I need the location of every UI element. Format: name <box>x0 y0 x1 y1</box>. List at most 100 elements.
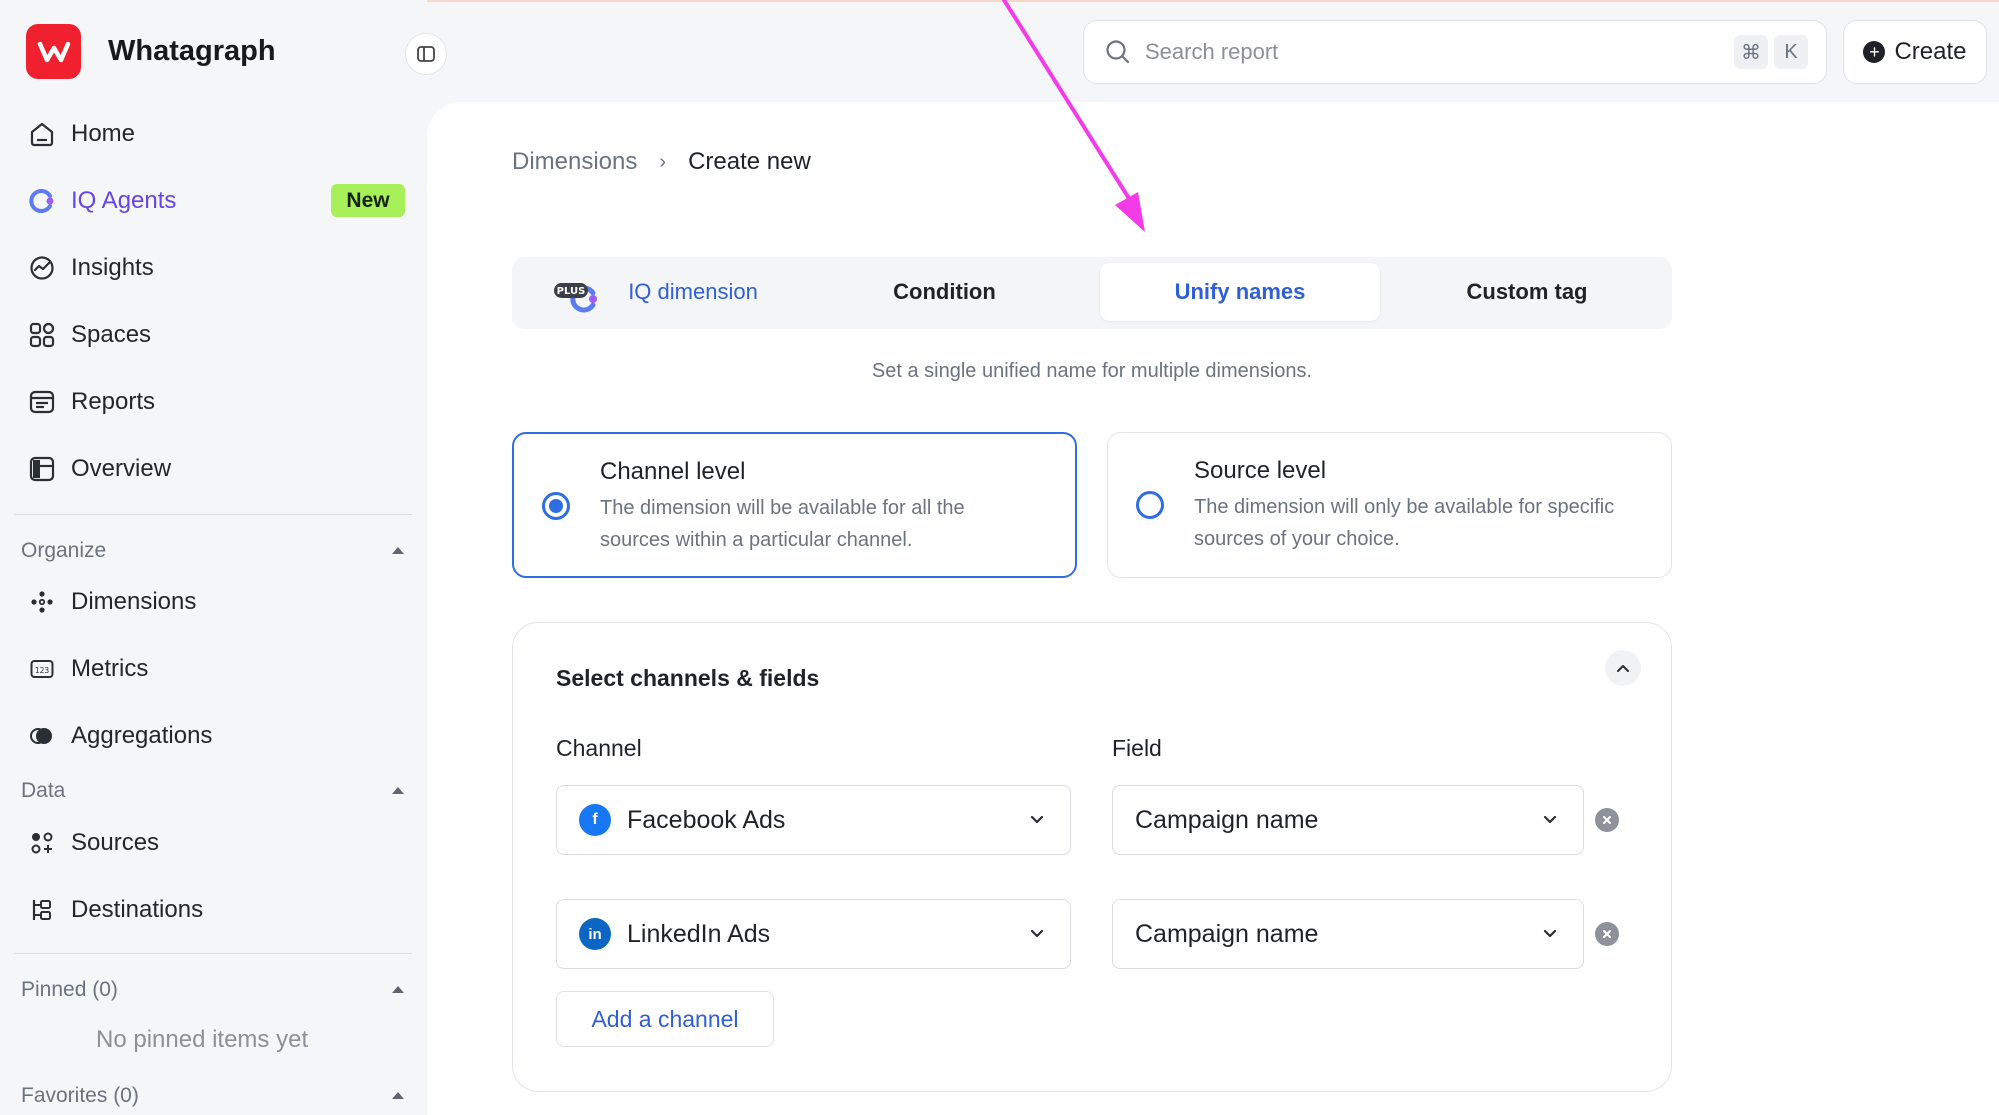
sidebar-item-spaces[interactable]: Spaces <box>28 315 151 355</box>
sidebar-item-label: Home <box>71 120 136 147</box>
search-placeholder: Search report <box>1145 39 1279 64</box>
tab-unify-names[interactable]: Unify names <box>1100 263 1380 321</box>
sidebar-item-home[interactable]: Home <box>28 114 135 154</box>
chevron-down-icon <box>1030 815 1044 824</box>
search-input[interactable]: Search report ⌘ K <box>1083 20 1827 84</box>
iq-agents-icon <box>28 187 56 215</box>
facebook-icon: f <box>579 804 611 836</box>
plus-icon: + <box>1863 41 1886 63</box>
channel-value: Facebook Ads <box>627 805 786 834</box>
breadcrumb-dimensions-link[interactable]: Dimensions <box>512 148 637 176</box>
brand[interactable]: Whatagraph <box>26 24 276 79</box>
pinned-collapse-icon[interactable] <box>392 986 404 993</box>
sidebar-item-label: Sources <box>71 829 160 856</box>
brand-name: Whatagraph <box>108 35 276 67</box>
level-title: Channel level <box>600 458 746 485</box>
reports-icon <box>28 388 56 416</box>
channel-select[interactable]: f Facebook Ads <box>556 785 1071 855</box>
tab-label: Custom tag <box>1466 279 1588 304</box>
channel-column-label: Channel <box>556 735 642 761</box>
breadcrumb: Dimensions › Create new <box>512 148 811 176</box>
chevron-down-icon <box>1543 929 1557 938</box>
field-select[interactable]: Campaign name <box>1112 899 1584 969</box>
favorites-collapse-icon[interactable] <box>392 1092 404 1099</box>
radio-unselected[interactable] <box>1136 491 1164 519</box>
tab-label: IQ dimension <box>628 279 758 304</box>
sidebar-item-overview[interactable]: Overview <box>28 449 171 489</box>
iq-plus-icon: PLUS <box>553 279 597 315</box>
command-key-hint: ⌘ <box>1734 35 1768 69</box>
dimensions-icon <box>28 588 56 616</box>
sidebar-item-aggregations[interactable]: Aggregations <box>28 716 212 756</box>
sidebar-item-label: Metrics <box>71 655 149 682</box>
sidebar-item-label: Dimensions <box>71 588 197 615</box>
sidebar: Whatagraph Home IQ Agents New Insights S… <box>0 0 447 1115</box>
sidebar-toggle-icon[interactable] <box>405 33 447 75</box>
overview-icon <box>28 455 56 483</box>
favorites-heading: Favorites (0) <box>21 1084 139 1107</box>
tab-custom-tag[interactable]: Custom tag <box>1388 263 1666 321</box>
home-icon <box>28 120 56 148</box>
organize-collapse-icon[interactable] <box>392 547 404 554</box>
create-button[interactable]: + Create <box>1843 20 1987 84</box>
sidebar-item-destinations[interactable]: Destinations <box>28 890 203 930</box>
sidebar-item-sources[interactable]: Sources <box>28 823 159 863</box>
spaces-icon <box>28 321 56 349</box>
field-select[interactable]: Campaign name <box>1112 785 1584 855</box>
destinations-icon <box>28 896 56 924</box>
channel-value: LinkedIn Ads <box>627 919 771 948</box>
sidebar-item-metrics[interactable]: 123 Metrics <box>28 649 148 689</box>
sources-icon <box>28 829 56 857</box>
remove-row-icon[interactable] <box>1595 922 1619 946</box>
remove-row-icon[interactable] <box>1595 808 1619 832</box>
tab-iq-dimension[interactable]: PLUS IQ dimension <box>518 263 798 321</box>
tab-label: Condition <box>893 279 996 304</box>
aggregations-icon <box>28 722 56 750</box>
tab-label: Unify names <box>1174 279 1306 304</box>
plus-badge-text: PLUS <box>557 286 586 297</box>
new-badge: New <box>331 184 405 217</box>
sidebar-divider <box>14 514 412 515</box>
channel-level-option[interactable]: Channel level The dimension will be avai… <box>512 432 1077 578</box>
radio-selected[interactable] <box>542 492 570 520</box>
sidebar-item-label: Reports <box>71 388 156 415</box>
level-title: Source level <box>1194 457 1327 484</box>
sidebar-divider <box>14 953 412 954</box>
chevron-right-icon: › <box>659 150 667 173</box>
organize-heading: Organize <box>21 539 107 562</box>
add-channel-button[interactable]: Add a channel <box>556 991 774 1047</box>
sidebar-item-insights[interactable]: Insights <box>28 248 154 288</box>
chevron-up-icon[interactable] <box>1605 650 1641 686</box>
main-panel: Dimensions › Create new PLUS IQ dimensio… <box>427 102 1999 1115</box>
sidebar-item-label: Destinations <box>71 896 204 923</box>
field-value: Campaign name <box>1135 919 1319 948</box>
tab-description: Set a single unified name for multiple d… <box>871 360 1313 382</box>
channels-fields-card: Select channels & fields Channel Field f… <box>512 622 1672 1092</box>
dimension-type-tabs: PLUS IQ dimension Condition Unify names … <box>512 257 1672 329</box>
sidebar-item-iq-agents[interactable]: IQ Agents <box>28 181 176 221</box>
field-value: Campaign name <box>1135 805 1319 834</box>
k-key-hint: K <box>1774 35 1808 69</box>
level-description: The dimension will be available for all … <box>600 497 965 551</box>
sidebar-item-dimensions[interactable]: Dimensions <box>28 582 196 622</box>
level-description: The dimension will only be available for… <box>1194 496 1615 550</box>
sidebar-item-label: IQ Agents <box>71 187 177 214</box>
pinned-empty-text: No pinned items yet <box>96 1026 309 1053</box>
data-collapse-icon[interactable] <box>392 787 404 794</box>
breadcrumb-current: Create new <box>688 148 811 175</box>
linkedin-icon: in <box>579 918 611 950</box>
data-heading: Data <box>21 779 66 802</box>
source-level-option[interactable]: Source level The dimension will only be … <box>1107 432 1672 578</box>
tab-condition[interactable]: Condition <box>802 263 1087 321</box>
sidebar-item-label: Aggregations <box>71 722 213 749</box>
chevron-down-icon <box>1030 929 1044 938</box>
create-label: Create <box>1894 38 1967 65</box>
section-title: Select channels & fields <box>556 665 820 691</box>
metrics-icon: 123 <box>28 655 56 683</box>
chevron-down-icon <box>1543 815 1557 824</box>
channel-select[interactable]: in LinkedIn Ads <box>556 899 1071 969</box>
sidebar-item-label: Overview <box>71 455 172 482</box>
sidebar-item-reports[interactable]: Reports <box>28 382 155 422</box>
insights-icon <box>28 254 56 282</box>
sidebar-item-label: Insights <box>71 254 154 281</box>
